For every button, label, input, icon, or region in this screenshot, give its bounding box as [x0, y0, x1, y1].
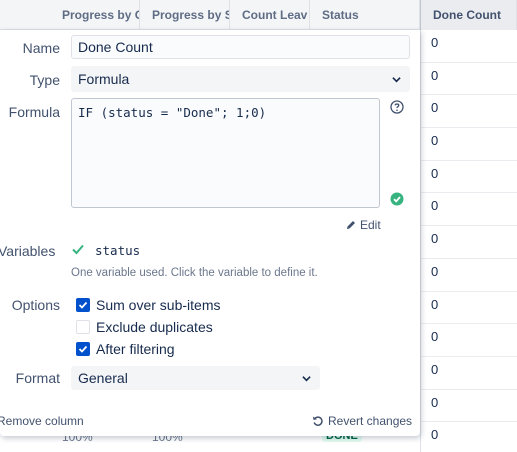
- option-label: After filtering: [96, 341, 175, 357]
- option-exclude-duplicates[interactable]: Exclude duplicates: [76, 319, 213, 335]
- revert-label: Revert changes: [328, 414, 413, 428]
- table-cell[interactable]: 0: [421, 292, 517, 325]
- option-after-filtering[interactable]: After filtering: [76, 341, 175, 357]
- variable-status[interactable]: status: [95, 243, 140, 258]
- edit-button[interactable]: Edit: [345, 218, 381, 232]
- table-cell[interactable]: 0: [421, 226, 517, 259]
- table-cell[interactable]: 0: [421, 30, 517, 63]
- table-cell[interactable]: 0: [421, 324, 517, 357]
- column-config-panel: Name Done Count Type Formula Formula IF …: [0, 30, 420, 436]
- option-sum-over-sub-items[interactable]: Sum over sub-items: [76, 297, 220, 313]
- format-select[interactable]: General: [71, 366, 320, 390]
- table-cell[interactable]: 0: [421, 63, 517, 96]
- table-cell[interactable]: 0: [421, 95, 517, 129]
- column-header-done-count[interactable]: Done Count: [420, 0, 517, 30]
- type-label: Type: [29, 72, 60, 88]
- chevron-down-icon: [302, 376, 311, 382]
- table-cell[interactable]: 0: [421, 357, 517, 390]
- type-select[interactable]: Formula: [71, 66, 410, 92]
- undo-icon: [313, 416, 323, 426]
- option-label: Sum over sub-items: [96, 297, 221, 313]
- format-value: General: [78, 370, 128, 386]
- column-header-count-leaves[interactable]: Count Leav: [230, 0, 310, 30]
- pencil-icon: [347, 221, 355, 229]
- formula-label: Formula: [8, 104, 60, 120]
- variables-label: Variables: [0, 243, 56, 259]
- name-input[interactable]: Done Count: [71, 35, 410, 59]
- column-header-status[interactable]: Status: [310, 0, 420, 30]
- table-cell[interactable]: 0: [421, 259, 517, 292]
- check-circle-icon: [390, 192, 404, 206]
- chevron-down-icon: [392, 77, 401, 83]
- check-icon: [72, 244, 84, 255]
- checkbox-checked-icon[interactable]: [76, 342, 90, 356]
- type-value: Formula: [78, 71, 130, 87]
- table-cell[interactable]: 0: [421, 128, 517, 161]
- edit-label: Edit: [360, 218, 381, 232]
- option-label: Exclude duplicates: [96, 319, 213, 335]
- help-icon[interactable]: [390, 100, 404, 114]
- table-cell[interactable]: 0: [421, 422, 517, 452]
- table-cell[interactable]: 0: [421, 193, 517, 227]
- table-cell[interactable]: 0: [421, 161, 517, 194]
- format-label: Format: [15, 370, 60, 386]
- options-label: Options: [11, 297, 60, 313]
- table-cell[interactable]: 0: [421, 390, 517, 423]
- checkbox-unchecked-icon[interactable]: [76, 320, 90, 334]
- revert-changes-button[interactable]: Revert changes: [312, 414, 412, 428]
- column-header-progress-s[interactable]: Progress by S: [140, 0, 230, 30]
- variables-note: One variable used. Click the variable to…: [71, 267, 318, 279]
- done-count-column: 0 0 0 0 0 0 0 0 0 0 0 0 0: [420, 30, 517, 452]
- checkbox-checked-icon[interactable]: [76, 298, 90, 312]
- remove-column-button[interactable]: Remove column: [0, 414, 84, 428]
- formula-textarea[interactable]: IF (status = "Done"; 1;0): [71, 98, 380, 208]
- column-header-progress-c[interactable]: Progress by C: [50, 0, 140, 30]
- name-label: Name: [22, 40, 60, 56]
